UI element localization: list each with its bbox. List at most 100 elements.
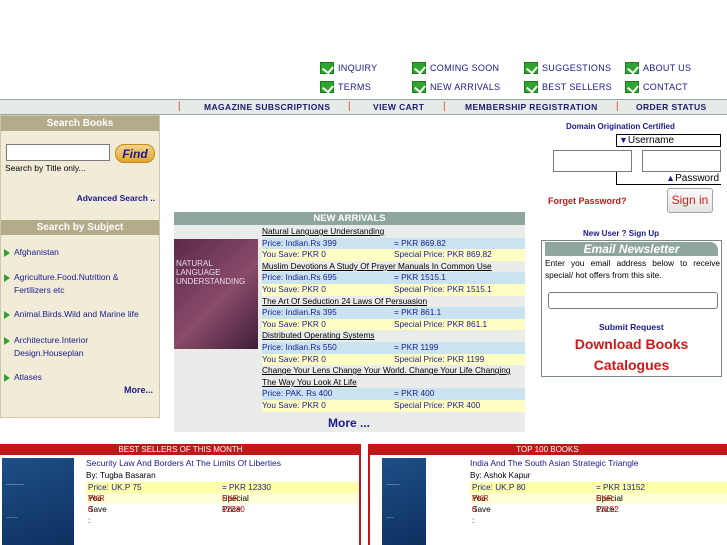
book-author: By: Ashok Kapur — [470, 471, 531, 480]
best-sellers-section: BEST SELLERS OF THIS MONTH ———— ——— Secur… — [0, 444, 361, 545]
advanced-search-link[interactable]: Advanced Search .. — [77, 193, 155, 203]
nav-link-suggestions[interactable]: SUGGESTIONS — [524, 62, 611, 74]
book-title-link[interactable]: Muslim Devotions A Study Of Prayer Manua… — [262, 261, 525, 273]
book-save-row: You Save: PKR 0 Special Price: PKR 1199 — [262, 353, 525, 366]
book-title-link[interactable]: Change Your Lens Change Your World. Chan… — [262, 365, 525, 377]
menu-view-cart[interactable]: VIEW CART — [373, 102, 424, 112]
book-price-row: Price: Indian.Rs 395 = PKR 861.1 — [262, 307, 525, 319]
nav-link-about-us[interactable]: ABOUT US — [625, 62, 691, 74]
cover-lines: ———— — [6, 482, 24, 487]
menu-magazine-subscriptions[interactable]: MAGAZINE SUBSCRIPTIONS — [204, 102, 330, 112]
triangle-right-icon — [4, 310, 10, 319]
cover-lines: —— — [386, 514, 394, 519]
triangle-right-icon — [4, 373, 10, 382]
book-price-row: Price: Indian.Rs 399 = PKR 869.82 — [262, 237, 525, 250]
section-divider — [368, 455, 370, 545]
new-arrivals-heading: NEW ARRIVALS — [174, 212, 525, 225]
menu-separator: | — [178, 101, 181, 112]
nav-link-inquiry[interactable]: INQUIRY — [320, 62, 377, 74]
book-title-link[interactable]: The Way You Look At Life — [262, 377, 525, 389]
book-save-row: You Save : PKR 0 Special Price: PKR 13152 — [470, 493, 727, 525]
forget-password-link[interactable]: Forget Password? — [548, 196, 627, 206]
book-title-link[interactable]: India And The South Asian Strategic Tria… — [470, 458, 639, 468]
book-cover-image[interactable]: NATURAL LANGUAGE UNDERSTANDING — [174, 239, 258, 349]
arrow-up-icon: ▲ — [666, 173, 676, 183]
nav-link-best-sellers[interactable]: BEST SELLERS — [524, 81, 612, 93]
submit-request-button[interactable]: Submit Request — [599, 322, 664, 332]
menu-membership-registration[interactable]: MEMBERSHIP REGISTRATION — [465, 102, 598, 112]
menu-order-status[interactable]: ORDER STATUS — [636, 102, 707, 112]
book-save-row: You Save: PKR 0 Special Price: PKR 861.1 — [262, 318, 525, 331]
book-save-row: You Save: PKR 0 Special Price: PKR 869.82 — [262, 249, 525, 261]
book-price-row: Price: Indian.Rs 695 = PKR 1515.1 — [262, 272, 525, 284]
search-by-subject-heading: Search by Subject — [1, 220, 159, 235]
sign-up-link[interactable]: New User ? Sign Up — [583, 229, 659, 238]
nav-link-contact[interactable]: CONTACT — [625, 81, 688, 93]
new-arrivals-list: Natural Language Understanding Price: In… — [262, 226, 525, 412]
check-icon — [524, 81, 538, 93]
section-divider — [359, 455, 361, 545]
book-save-row: You Save: PKR 0 Special Price: PKR 1515.1 — [262, 283, 525, 296]
password-input[interactable] — [642, 150, 721, 172]
subject-item-animal[interactable]: Animal.Birds.Wild and Marine life — [4, 308, 139, 321]
subject-item-afghanistan[interactable]: Afghanistan — [4, 246, 59, 259]
password-label: ▲Password — [616, 172, 721, 185]
book-title-link[interactable]: Security Law And Borders At The Limits O… — [86, 458, 281, 468]
book-cover-image[interactable]: ——— —— — [382, 458, 426, 545]
domain-certified-text: Domain Origination Certified — [566, 122, 675, 131]
nav-link-coming-soon[interactable]: COMING SOON — [412, 62, 499, 74]
nav-link-terms[interactable]: TERMS — [320, 81, 371, 93]
username-label: ▼Username — [616, 134, 721, 147]
book-save-row: You Save : PKR 0 Special Price: PKR 12330 — [86, 493, 358, 525]
newsletter-description: Enter you email address below to receive… — [545, 258, 720, 280]
check-icon — [412, 81, 426, 93]
subject-item-agriculture[interactable]: Agriculture.Food.Nutrition & Fertilizers … — [4, 271, 118, 297]
menu-separator: | — [348, 101, 351, 112]
book-author: By: Tugba Basaran — [86, 471, 156, 480]
menu-bar: | MAGAZINE SUBSCRIPTIONS | VIEW CART | M… — [0, 99, 727, 115]
newsletter-heading: Email Newsletter — [545, 242, 718, 256]
book-cover-image[interactable]: ———— ——— — [2, 458, 74, 545]
newsletter-box: Email Newsletter Enter you email address… — [541, 240, 722, 377]
check-icon — [524, 62, 538, 74]
arrow-down-icon: ▼ — [619, 135, 628, 145]
triangle-right-icon — [4, 248, 10, 257]
check-icon — [412, 62, 426, 74]
book-title-link[interactable]: Distributed Operating Systems — [262, 330, 525, 342]
menu-separator: | — [443, 101, 446, 112]
triangle-right-icon — [4, 336, 10, 345]
search-books-heading: Search Books — [1, 116, 159, 131]
book-price-row: Price: UK.P 75 = PKR 12330 — [86, 482, 358, 493]
cover-lines: ——— — [6, 514, 18, 519]
newsletter-email-input[interactable] — [548, 292, 718, 309]
sign-in-button[interactable]: Sign in — [667, 188, 713, 213]
book-save-row: You Save: PKR 0 Special Price: PKR 400 — [262, 399, 525, 412]
top-100-section: TOP 100 BOOKS ——— —— India And The South … — [368, 444, 727, 545]
nav-link-new-arrivals[interactable]: NEW ARRIVALS — [412, 81, 500, 93]
book-title-link[interactable]: Natural Language Understanding — [262, 226, 525, 238]
book-price-row: Price: UK.P 80 = PKR 13152 — [470, 482, 727, 493]
subject-item-architecture[interactable]: Architecture.Interior Design.Houseplan — [4, 334, 88, 360]
subjects-more-link[interactable]: More... — [124, 385, 153, 395]
check-icon — [625, 81, 639, 93]
check-icon — [625, 62, 639, 74]
new-arrivals-more-link[interactable]: More ... — [328, 416, 370, 430]
find-button[interactable]: Find — [115, 144, 155, 163]
left-sidebar: Search Books Find Search by Title only..… — [0, 115, 160, 418]
search-note: Search by Title only... — [5, 163, 86, 173]
menu-separator: | — [616, 101, 619, 112]
username-input[interactable] — [553, 150, 632, 172]
subject-item-atlases[interactable]: Atlases — [4, 371, 42, 384]
search-input[interactable] — [6, 144, 110, 161]
book-title-link[interactable]: The Art Of Seduction 24 Laws Of Persuasi… — [262, 296, 525, 308]
download-catalogues-link[interactable]: Download Books Catalogues — [542, 334, 721, 376]
cover-lines: ——— — [386, 482, 400, 487]
book-price-row: Price: Indian.Rs 550 = PKR 1199 — [262, 341, 525, 354]
book-price-row: Price: PAK. Rs 400 = PKR 400 — [262, 388, 525, 400]
check-icon — [320, 62, 334, 74]
check-icon — [320, 81, 334, 93]
top-nav: INQUIRY COMING SOON SUGGESTIONS ABOUT US… — [318, 62, 718, 98]
new-arrivals-panel: NEW ARRIVALS NATURAL LANGUAGE UNDERSTAND… — [174, 212, 525, 432]
top-100-heading: TOP 100 BOOKS — [368, 444, 727, 455]
triangle-right-icon — [4, 273, 10, 282]
